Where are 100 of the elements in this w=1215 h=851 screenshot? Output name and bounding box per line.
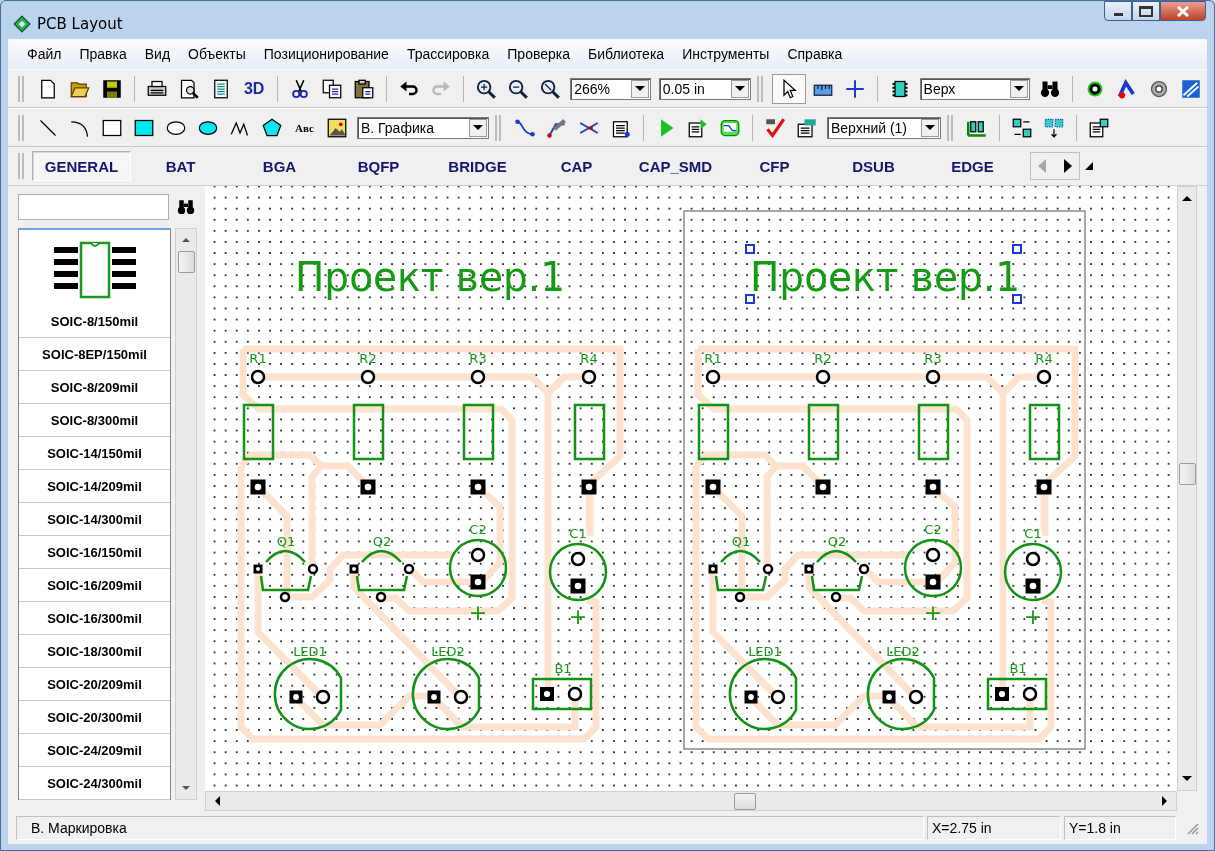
component-label: Q2	[372, 534, 392, 549]
swap-chips-icon[interactable]	[1011, 117, 1032, 138]
component-label: C1	[1024, 526, 1042, 541]
zoom-fit-icon[interactable]	[540, 78, 561, 99]
print-preview-icon[interactable]	[178, 78, 199, 99]
component-label: R4	[1035, 351, 1053, 366]
pointer-icon[interactable]	[772, 74, 805, 103]
library-tab[interactable]: CAP	[527, 151, 626, 181]
route-icon[interactable]	[1117, 78, 1137, 99]
search-field[interactable]	[18, 193, 169, 220]
library-tab[interactable]: EDGE	[923, 151, 1022, 181]
report-icon[interactable]	[796, 117, 817, 138]
toolbar-grip[interactable]	[18, 153, 24, 179]
close-button[interactable]	[1160, 1, 1206, 21]
library-item[interactable]: SOIC-8/209mil	[50, 379, 139, 395]
menu-item[interactable]: Трассировка	[397, 46, 499, 62]
menu-item[interactable]: Проверка	[498, 46, 579, 62]
library-item[interactable]: SOIC-16/209mil	[47, 577, 142, 593]
menu-item[interactable]: Правка	[70, 46, 136, 62]
line-icon[interactable]	[38, 117, 58, 138]
scrollbar-thumb[interactable]	[734, 792, 756, 810]
library-item[interactable]: SOIC-24/300mil	[47, 775, 142, 791]
paste-icon[interactable]	[354, 78, 375, 99]
library-item[interactable]: SOIC-14/209mil	[47, 478, 142, 494]
library-tab[interactable]: BAT	[131, 151, 230, 181]
crosshair-icon[interactable]	[844, 78, 865, 99]
trace-edit-icon[interactable]	[546, 117, 567, 138]
zoom-out-icon[interactable]	[508, 78, 529, 99]
chip-group-icon[interactable]	[1043, 117, 1064, 138]
dropdown-icon[interactable]	[1084, 161, 1094, 171]
new-file-icon[interactable]	[38, 78, 58, 99]
trace-icon[interactable]	[514, 117, 535, 138]
graphics-layer-dropdown[interactable]: В. Графика	[356, 116, 489, 139]
library-tab[interactable]: CAP_SMD	[626, 151, 725, 181]
component-label: B1	[1009, 661, 1027, 676]
library-item[interactable]: SOIC-18/300mil	[47, 643, 142, 659]
save-icon[interactable]	[102, 78, 122, 99]
chip-properties-icon[interactable]	[1088, 117, 1109, 138]
toolbar-grip[interactable]	[494, 114, 501, 141]
filled-rectangle-icon[interactable]	[134, 117, 154, 138]
library-item[interactable]: SOIC-20/209mil	[47, 676, 142, 692]
library-tab[interactable]: GENERAL	[32, 151, 131, 181]
horizontal-scrollbar[interactable]	[205, 791, 1177, 811]
library-tab[interactable]: BGA	[230, 151, 329, 181]
menu-item[interactable]: Позиционирование	[254, 46, 398, 62]
capacitor-footprint	[1003, 542, 1063, 602]
toolbar-grip[interactable]	[946, 114, 953, 141]
library-item[interactable]: SOIC-16/150mil	[47, 544, 142, 560]
copper-layer-dropdown[interactable]: Верхний (1)	[826, 116, 941, 139]
text-tool-button[interactable]: Авс	[290, 121, 319, 134]
close-icon[interactable]	[1177, 5, 1189, 17]
library-item[interactable]: SOIC-16/300mil	[47, 610, 142, 626]
menu-item[interactable]: Библиотека	[579, 46, 674, 62]
menu-item[interactable]: Справка	[778, 46, 852, 62]
library-item[interactable]: SOIC-8EP/150mil	[42, 346, 147, 362]
minimize-button[interactable]	[1104, 1, 1132, 21]
zoom-in-icon[interactable]	[476, 78, 497, 99]
design-canvas[interactable]: Проект вер.1 R1 R2 R3 R4 Q1 Q2 C2 + C1 + LED1 LED2 B1 Проект вер.1 R1 R2 R3 R4 Q1 Q2 C2 + C1 + LED1 LED2 B1	[205, 186, 1177, 791]
library-item[interactable]: SOIC-8/150mil	[50, 314, 139, 329]
vertical-scrollbar[interactable]	[1177, 186, 1197, 791]
copy-icon[interactable]	[322, 78, 343, 99]
printer-icon[interactable]	[146, 78, 167, 99]
search-icon[interactable]	[176, 197, 196, 216]
grid-dropdown[interactable]: 0.05 in	[658, 77, 751, 100]
toolbar-grip[interactable]	[756, 75, 763, 102]
scrollbar-thumb[interactable]	[1178, 463, 1196, 485]
toolbar-grip[interactable]	[18, 75, 24, 102]
menu-item[interactable]: Объекты	[179, 46, 255, 62]
toolbar-grip[interactable]	[18, 114, 24, 141]
board-icon[interactable]	[719, 117, 740, 138]
check-mark-icon[interactable]	[764, 117, 785, 138]
library-item[interactable]: SOIC-8/300mil	[50, 412, 139, 428]
selection-handles[interactable]	[745, 244, 1022, 304]
export-icon[interactable]	[687, 117, 708, 138]
board-title[interactable]: Проект вер.1	[750, 254, 1027, 300]
library-item[interactable]: SOIC-14/300mil	[47, 511, 142, 527]
library-tab[interactable]: CFP	[725, 151, 824, 181]
3d-view-button[interactable]: 3D	[238, 79, 270, 98]
image-icon[interactable]	[326, 117, 347, 138]
board-title[interactable]: Проект вер.1	[295, 254, 572, 300]
library-tab[interactable]: BQFP	[329, 151, 428, 181]
rectangle-icon[interactable]	[102, 117, 122, 138]
library-item[interactable]: SOIC-24/209mil	[47, 742, 142, 758]
zoom-dropdown[interactable]: 266%	[570, 77, 651, 100]
library-item[interactable]: SOIC-20/300mil	[47, 709, 142, 725]
scrollbar-thumb[interactable]	[177, 251, 195, 273]
maximize-button[interactable]	[1132, 1, 1160, 21]
resize-grip-icon[interactable]	[1185, 820, 1199, 835]
polygon-icon[interactable]	[1181, 78, 1201, 99]
list-scrollbar[interactable]	[175, 228, 197, 800]
layer-dropdown[interactable]: Верх	[919, 77, 1031, 100]
library-tab[interactable]: DSUB	[824, 151, 923, 181]
menu-item[interactable]: Инструменты	[673, 46, 779, 62]
library-tab[interactable]: BRIDGE	[428, 151, 527, 181]
menu-item[interactable]: Вид	[135, 46, 180, 62]
library-item[interactable]: SOIC-14/150mil	[47, 445, 142, 461]
menu-item[interactable]: Файл	[18, 46, 71, 62]
pentagon-icon[interactable]	[262, 117, 282, 138]
via-icon[interactable]	[1149, 78, 1169, 99]
cut-icon[interactable]	[290, 78, 311, 99]
